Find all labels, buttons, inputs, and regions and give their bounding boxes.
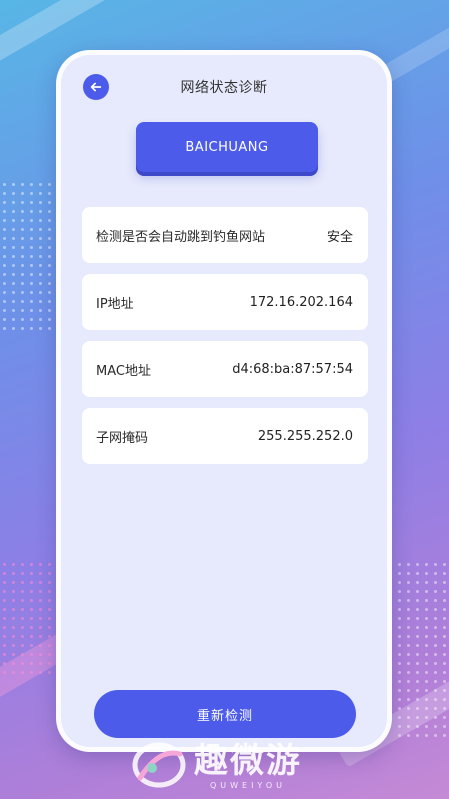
info-label: 检测是否会自动跳到钓鱼网站 [96, 229, 266, 245]
info-card-mac: MAC地址 d4:68:ba:87:57:54 [82, 341, 368, 397]
decor-dots [0, 560, 52, 680]
watermark-logo-icon [132, 742, 186, 788]
info-card-ip: IP地址 172.16.202.164 [82, 274, 368, 330]
info-value: 255.255.252.0 [257, 428, 353, 444]
decor-dots [395, 560, 449, 740]
info-label: IP地址 [96, 296, 134, 312]
device-name-button[interactable]: BAICHUANG [136, 122, 318, 172]
retest-button[interactable]: 重新检测 [94, 690, 356, 738]
app-panel: 网络状态诊断 BAICHUANG 检测是否会自动跳到钓鱼网站 安全 IP地址 1… [56, 50, 392, 752]
info-list: 检测是否会自动跳到钓鱼网站 安全 IP地址 172.16.202.164 MAC… [82, 207, 368, 475]
header: 网络状态诊断 [61, 69, 387, 109]
info-card-phishing: 检测是否会自动跳到钓鱼网站 安全 [82, 207, 368, 263]
info-label: 子网掩码 [96, 430, 149, 446]
page-title: 网络状态诊断 [180, 80, 268, 96]
info-card-subnet: 子网掩码 255.255.252.0 [82, 408, 368, 464]
info-value: 安全 [326, 229, 353, 245]
info-label: MAC地址 [96, 363, 151, 379]
watermark-text: 趣微游 [194, 740, 302, 781]
info-value: d4:68:ba:87:57:54 [232, 361, 353, 377]
decor-dots [0, 180, 52, 330]
info-value: 172.16.202.164 [249, 294, 353, 310]
watermark: 趣微游 QUWEIYOU [130, 740, 302, 790]
watermark-subtext: QUWEIYOU [209, 780, 287, 790]
